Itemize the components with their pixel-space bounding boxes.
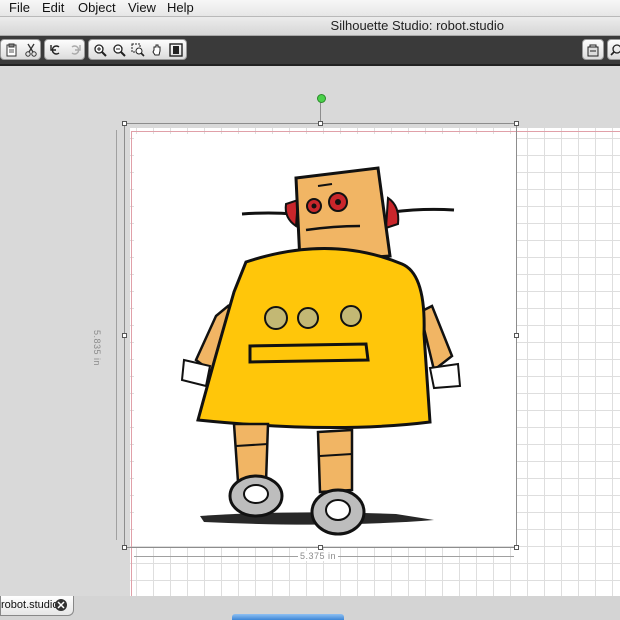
resize-handle-top-left[interactable] [122, 121, 127, 126]
height-dimension-label: 5.835 in [92, 330, 102, 367]
history-group [44, 39, 85, 60]
menu-help[interactable]: Help [167, 0, 194, 16]
document-tab-label: robot.studio [1, 599, 59, 611]
width-dimension-label: 5.375 in [298, 551, 339, 561]
robot-image[interactable] [134, 134, 516, 546]
robot-drawing [180, 166, 462, 536]
height-dimension-line [116, 130, 117, 540]
redo-icon[interactable] [66, 41, 84, 58]
paste-icon[interactable] [3, 41, 21, 58]
menu-edit[interactable]: Edit [42, 0, 64, 16]
document-tab[interactable]: robot.studio [0, 596, 74, 616]
view-group [88, 39, 187, 60]
clipboard-group [0, 39, 41, 60]
resize-handle-bottom[interactable] [318, 545, 323, 550]
menu-bar: File Edit Object View Help [0, 0, 620, 17]
extra-group [607, 39, 620, 60]
zoom-select-icon[interactable] [129, 41, 147, 58]
resize-handle-bottom-left[interactable] [122, 545, 127, 550]
resize-handle-top[interactable] [318, 121, 323, 126]
pan-icon[interactable] [148, 41, 166, 58]
menu-file[interactable]: File [9, 0, 30, 16]
zoom-out-icon[interactable] [110, 41, 128, 58]
window-title: Silhouette Studio: robot.studio [330, 18, 504, 33]
window-title-bar: Silhouette Studio: robot.studio [0, 17, 620, 36]
resize-handle-top-right[interactable] [514, 121, 519, 126]
horizontal-scroll-indicator[interactable] [232, 614, 344, 620]
toolbar [0, 36, 620, 66]
fit-page-icon[interactable] [167, 41, 185, 58]
rotate-handle[interactable] [317, 94, 326, 103]
cut-icon[interactable] [22, 41, 40, 58]
undo-icon[interactable] [47, 41, 65, 58]
mat-group [582, 39, 604, 60]
rotate-handle-stem [320, 100, 321, 122]
resize-handle-bottom-right[interactable] [514, 545, 519, 550]
zoom-icon[interactable] [608, 41, 620, 58]
document-tab-bar: robot.studio [0, 596, 620, 620]
cutting-mat-icon[interactable] [584, 41, 602, 58]
resize-handle-right[interactable] [514, 333, 519, 338]
zoom-in-icon[interactable] [91, 41, 109, 58]
menu-object[interactable]: Object [78, 0, 116, 16]
close-icon[interactable] [55, 599, 67, 611]
menu-view[interactable]: View [128, 0, 156, 16]
resize-handle-left[interactable] [122, 333, 127, 338]
